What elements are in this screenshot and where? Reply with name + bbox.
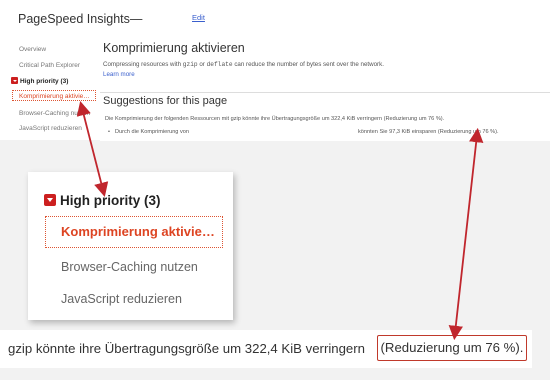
desc-text-3: can reduce the number of bytes sent over… xyxy=(232,61,384,68)
sidebar-item-javascript[interactable]: JavaScript reduzieren xyxy=(19,125,82,132)
rule-title: Komprimierung aktivieren xyxy=(103,41,245,55)
suggestion-summary: Die Komprimierung der folgenden Ressourc… xyxy=(105,116,445,122)
desc-text-1: Compressing resources with xyxy=(103,61,183,68)
redacted-area xyxy=(205,126,355,136)
zoom-sidebar-active-item[interactable]: Komprimierung aktivie… xyxy=(45,216,223,248)
sidebar-item-active[interactable]: Komprimierung aktivie… xyxy=(12,90,96,101)
desc-code-deflate: deflate xyxy=(206,61,233,68)
suggestions-title: Suggestions for this page xyxy=(103,95,228,107)
learn-more-link[interactable]: Learn more xyxy=(103,71,135,78)
desc-text-2: or xyxy=(197,61,207,68)
sidebar-item-browser-caching[interactable]: Browser-Caching nutzen xyxy=(19,110,90,117)
app-title: PageSpeed Insights— xyxy=(18,12,143,26)
zoom-group-label: High priority (3) xyxy=(60,193,161,208)
zoom-collapse-icon xyxy=(44,194,56,206)
zoom-suggestion-text: gzip könnte ihre Übertragungsgröße um 32… xyxy=(8,341,365,356)
suggestion-bullet-end: könnten Sie 97,3 KiB einsparen (Reduzier… xyxy=(358,129,499,135)
bullet-icon: • xyxy=(108,129,110,135)
arrow-text xyxy=(448,127,484,341)
collapse-icon xyxy=(11,77,18,84)
zoom-highlight-box: (Reduzierung um 76 %). xyxy=(377,335,527,361)
header-bar: PageSpeed Insights— Edit xyxy=(0,0,550,38)
sidebar-group-high-priority[interactable]: High priority (3) xyxy=(11,77,68,85)
zoom-sidebar-group[interactable]: High priority (3) xyxy=(44,193,161,208)
edit-link[interactable]: Edit xyxy=(192,13,205,22)
sidebar-item-critical-path[interactable]: Critical Path Explorer xyxy=(19,62,80,69)
desc-code-gzip: gzip xyxy=(182,61,198,68)
rule-description: Compressing resources with gzip or defla… xyxy=(103,61,384,68)
suggestion-bullet-start: Durch die Komprimierung von xyxy=(115,129,189,135)
sidebar-group-label: High priority (3) xyxy=(20,78,69,85)
zoom-sidebar-item-javascript[interactable]: JavaScript reduzieren xyxy=(61,292,182,306)
sidebar-item-overview[interactable]: Overview xyxy=(19,46,46,53)
zoom-sidebar-item-browser-caching[interactable]: Browser-Caching nutzen xyxy=(61,260,198,274)
